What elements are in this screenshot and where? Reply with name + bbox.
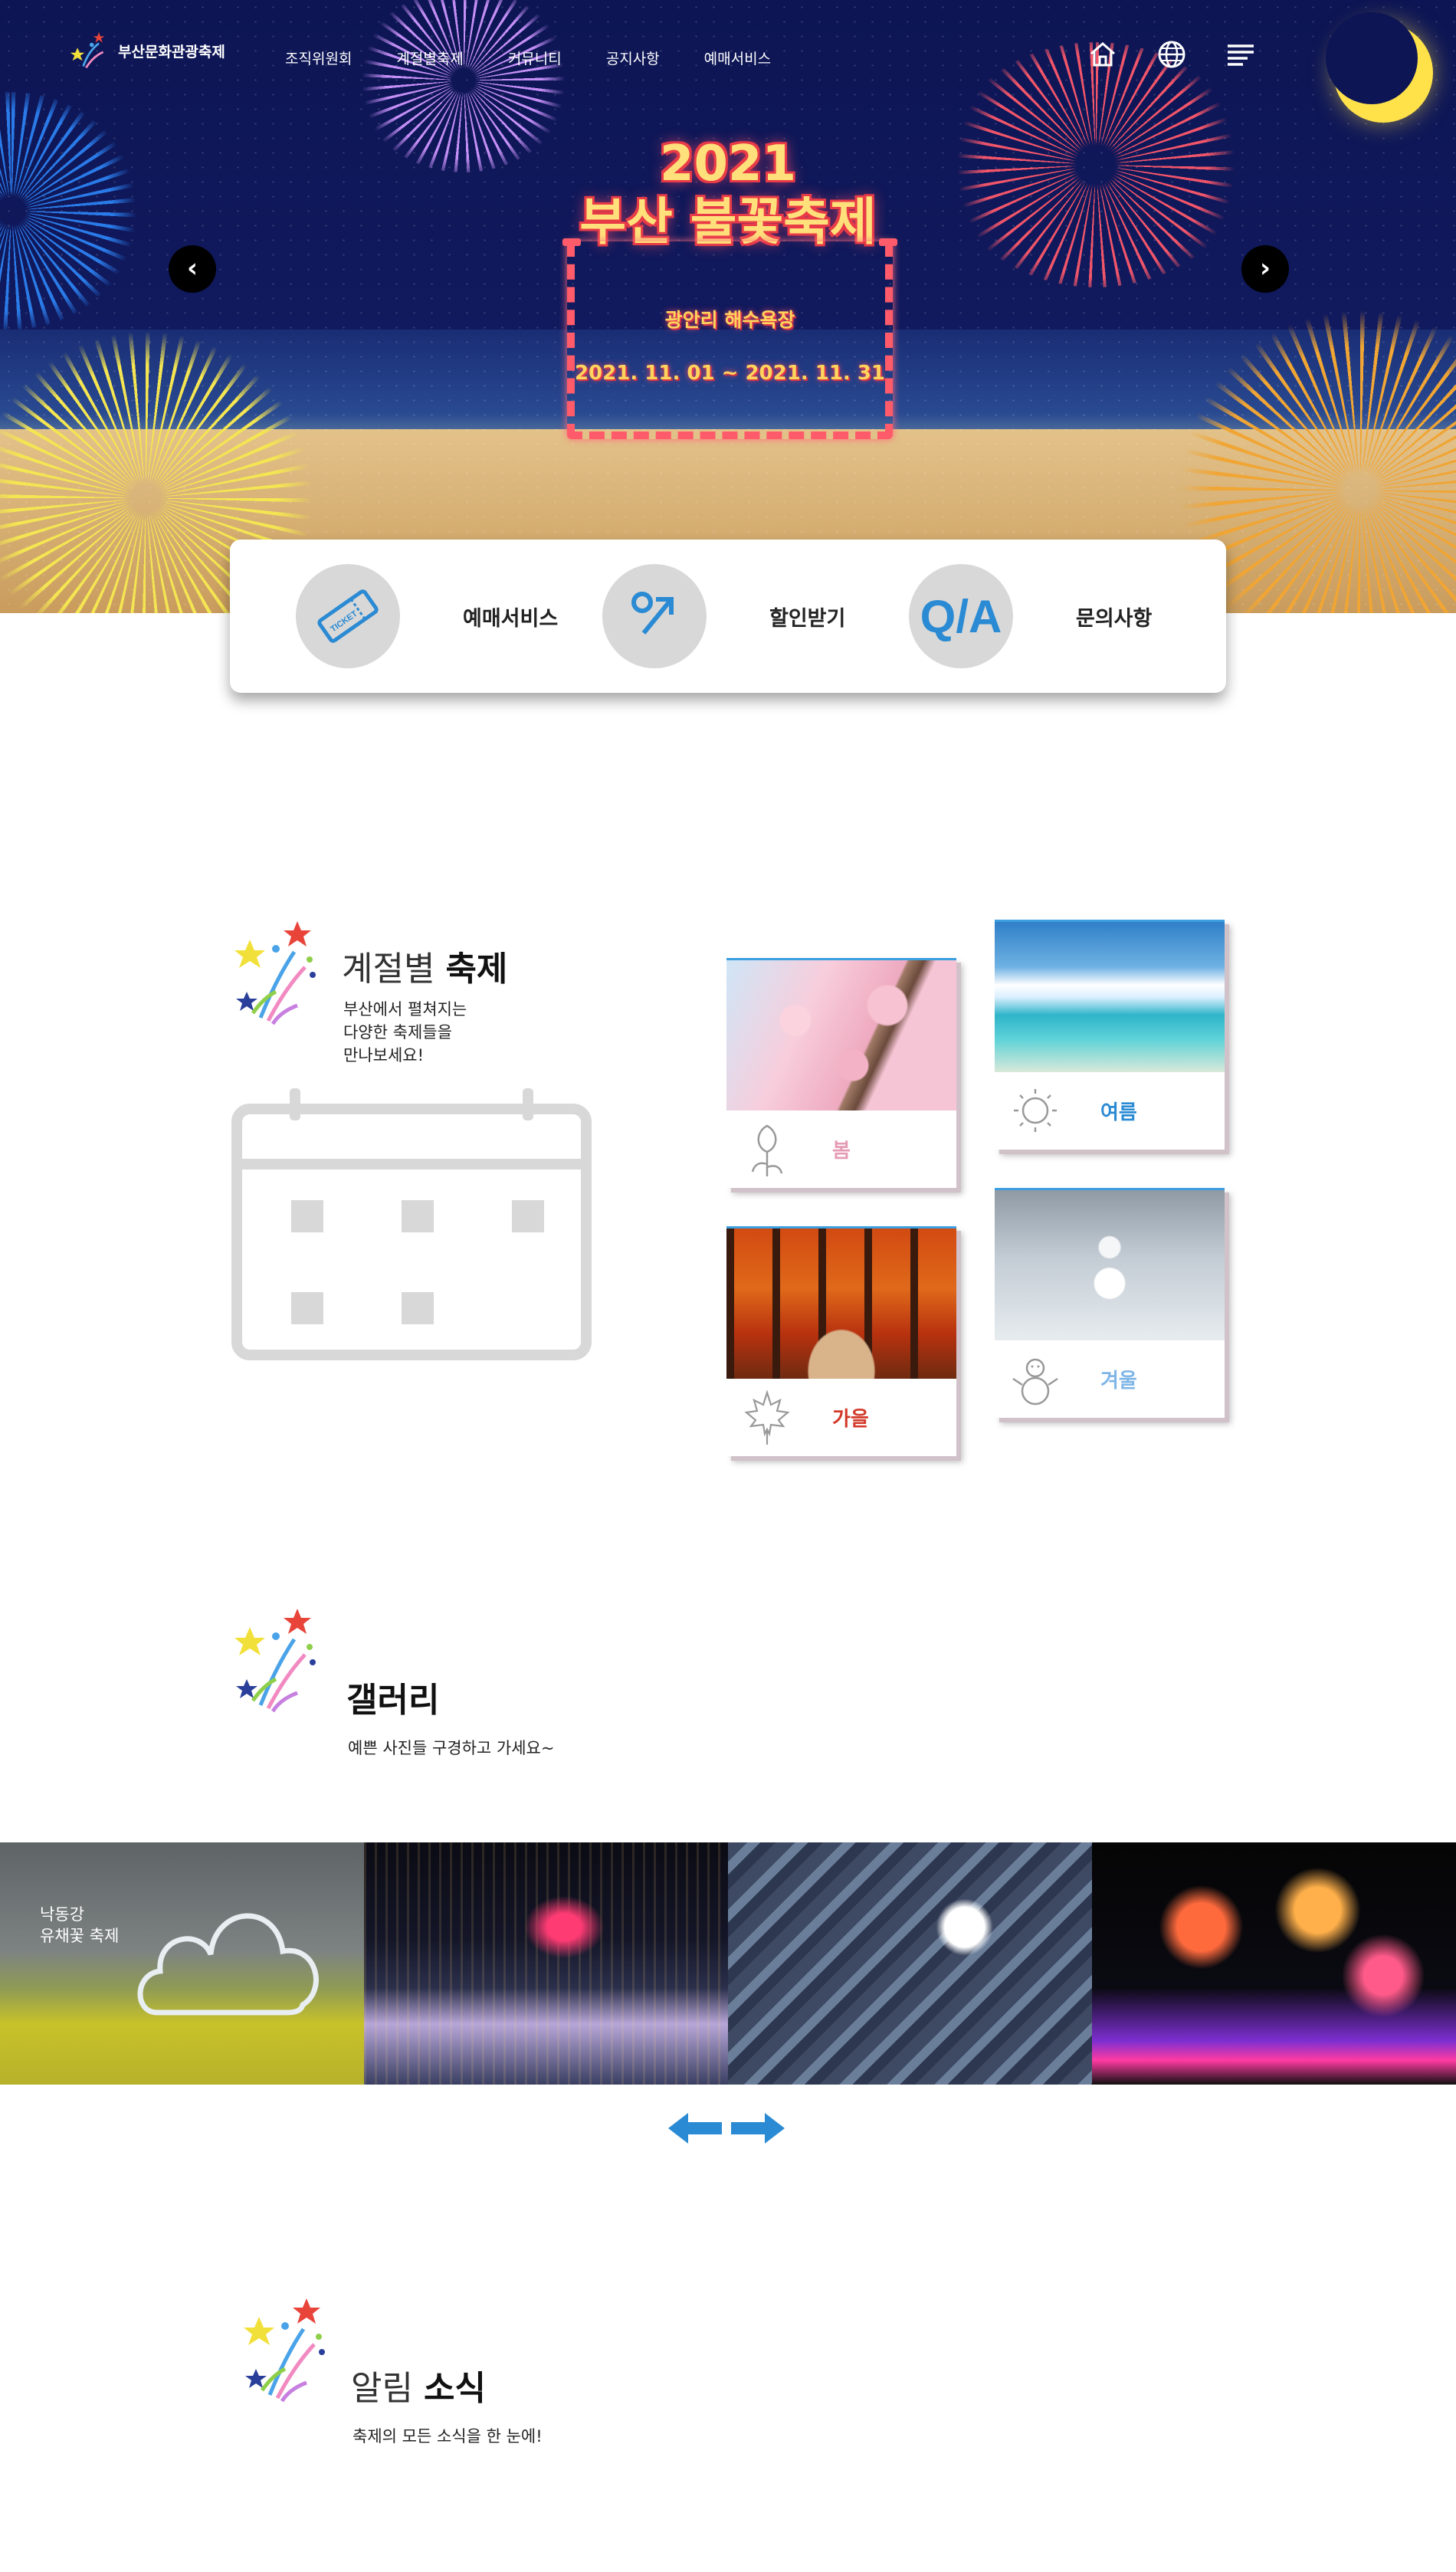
globe-icon[interactable] (1156, 38, 1188, 71)
gallery-controls (668, 2111, 785, 2145)
home-icon[interactable] (1087, 38, 1119, 71)
firework-section-icon (234, 1609, 316, 1713)
news-subtitle: 축제의 모든 소식을 한 눈에! (353, 2427, 543, 2446)
snowman-icon (1012, 1358, 1058, 1406)
quick-label-booking: 예매서비스 (463, 606, 559, 631)
gallery-image-canola[interactable]: 낙동강 유채꽃 축제 (0, 1842, 364, 2085)
season-card-summer[interactable]: 여름 (995, 920, 1225, 1150)
gallery-image-night-city[interactable] (364, 1842, 728, 2085)
gallery-image-fireworks[interactable] (1092, 1842, 1456, 2085)
spring-photo (726, 960, 956, 1110)
nav-item-notice[interactable]: 공지사항 (606, 48, 660, 68)
gallery-title: 갤러리 (346, 1681, 440, 1720)
seasons-subtitle-line-3: 만나보세요! (343, 1046, 425, 1065)
season-label-summer: 여름 (1100, 1101, 1137, 1124)
seasons-subtitle: 부산에서 펼쳐지는 다양한 축제들을 만나보세요! (343, 998, 467, 1067)
cloud-frame-sculpture (137, 1913, 319, 2016)
season-label-autumn: 가을 (832, 1407, 869, 1431)
quick-label-discount: 할인받기 (769, 606, 846, 631)
seasons-subtitle-line-2: 다양한 축제들을 (343, 1023, 452, 1042)
quick-menu: TICKET 예매서비스 할인받기 Q/A 문의사항 (230, 540, 1226, 693)
quick-item-booking[interactable]: TICKET 예매서비스 (296, 564, 602, 668)
logo-text: 부산문화관광축제 (118, 43, 225, 61)
seasons-subtitle-line-1: 부산에서 펼쳐지는 (343, 1000, 467, 1019)
maple-leaf-icon (744, 1389, 790, 1445)
nav-item-booking[interactable]: 예매서비스 (704, 48, 771, 68)
nav-item-committee[interactable]: 조직위원회 (285, 48, 352, 68)
nav-item-seasonal[interactable]: 계절별축제 (396, 48, 463, 68)
calendar-icon (231, 1088, 592, 1360)
main-nav: 조직위원회 계절별축제 커뮤니티 공지사항 예매서비스 (285, 48, 771, 68)
season-label-spring: 봄 (832, 1139, 851, 1163)
autumn-photo (726, 1229, 956, 1379)
header-icons (1087, 38, 1257, 71)
hero-dates: 2021. 11. 01 ~ 2021. 11. 31 (574, 362, 886, 385)
season-card-winter[interactable]: 겨울 (995, 1188, 1225, 1418)
gallery-next-arrow-icon[interactable] (731, 2111, 785, 2145)
gallery-subtitle: 예쁜 사진들 구경하고 가세요~ (348, 1739, 555, 1757)
neon-frame (562, 238, 897, 439)
hero-year: 2021 (659, 136, 797, 192)
season-card-autumn[interactable]: 가을 (726, 1226, 956, 1456)
flower-icon (751, 1124, 783, 1176)
qa-icon: Q/A (909, 564, 1013, 668)
quick-label-qa: 문의사항 (1076, 606, 1153, 631)
news-title-light: 알림 (351, 2369, 413, 2408)
summer-photo (995, 922, 1225, 1072)
firework-red (946, 42, 1245, 287)
season-card-spring[interactable]: 봄 (726, 958, 956, 1188)
menu-icon[interactable] (1225, 38, 1257, 71)
news-title-bold: 소식 (423, 2369, 486, 2408)
hero-next-button[interactable]: › (1241, 245, 1289, 293)
seasons-title-light: 계절별 (342, 950, 435, 989)
quick-item-qa[interactable]: Q/A 문의사항 (909, 564, 1215, 668)
ticket-icon: TICKET (296, 564, 400, 668)
moon-icon (1326, 12, 1433, 123)
seasons-title: 계절별 축제 (342, 941, 507, 990)
quick-item-discount[interactable]: 할인받기 (602, 564, 909, 668)
gallery-caption-line-2: 유채꽃 축제 (40, 1927, 120, 1945)
qa-icon-text: Q/A (920, 590, 1002, 642)
hero-banner: 2021 부산 불꽃축제 광안리 해수욕장 2021. 11. 01 ~ 202… (0, 0, 1456, 613)
discount-icon (602, 564, 707, 668)
hero-venue: 광안리 해수욕장 (664, 309, 795, 331)
winter-photo (995, 1190, 1225, 1340)
firework-section-icon (234, 921, 316, 1025)
firework-section-icon (244, 2298, 325, 2403)
gallery-strip: 낙동강 유채꽃 축제 (0, 1842, 1456, 2085)
sun-icon (1014, 1089, 1057, 1132)
gallery-caption-line-1: 낙동강 (40, 1905, 84, 1924)
season-label-winter: 겨울 (1100, 1369, 1137, 1393)
nav-item-community[interactable]: 커뮤니티 (508, 48, 562, 68)
gallery-image-water-festival[interactable] (728, 1842, 1092, 2085)
seasons-title-bold: 축제 (445, 950, 508, 989)
gallery-caption: 낙동강 유채꽃 축제 (40, 1904, 119, 1947)
firework-logo-icon (70, 31, 105, 69)
site-logo[interactable]: 부산문화관광축제 (67, 29, 225, 72)
news-title: 알림 소식 (351, 2360, 486, 2410)
hero-title: 2021 부산 불꽃축제 (536, 136, 920, 253)
hero-prev-button[interactable]: ‹ (169, 245, 216, 293)
gallery-prev-arrow-icon[interactable] (668, 2111, 722, 2145)
